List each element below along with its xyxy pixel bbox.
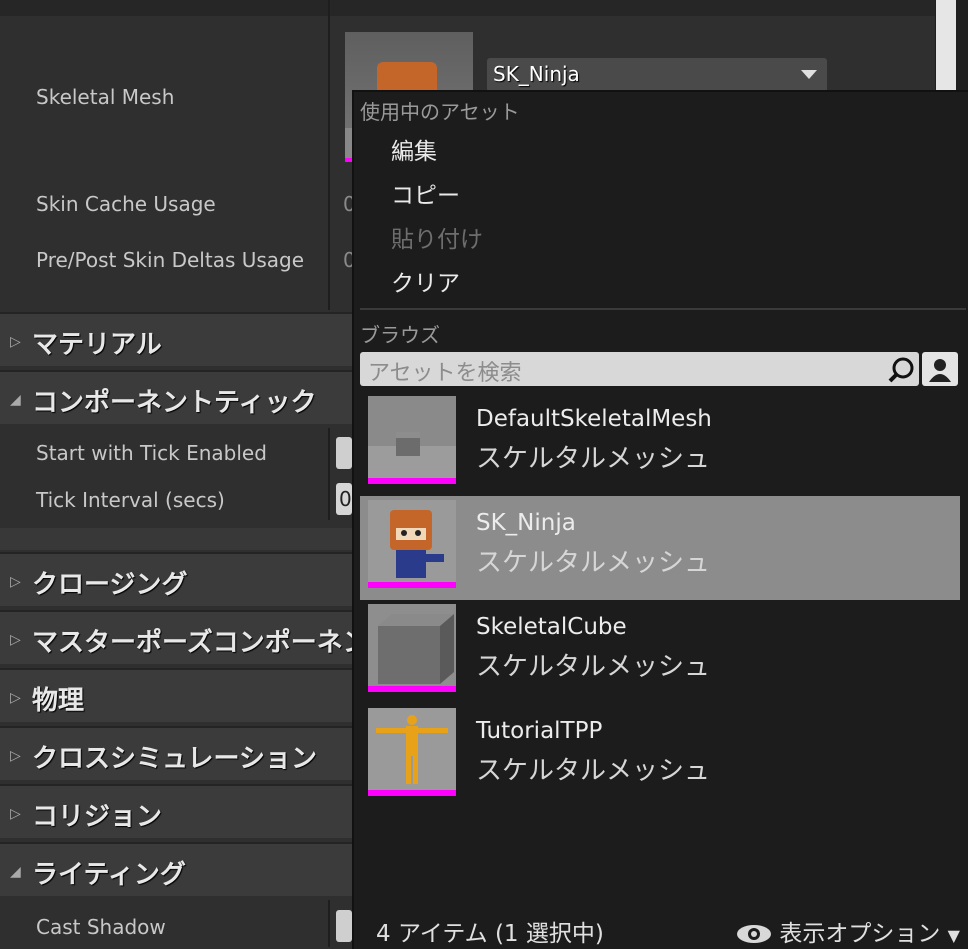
menu-item-edit[interactable]: 編集 (391, 132, 437, 166)
panel-top-strip (0, 0, 935, 16)
category-material[interactable]: ▷ マテリアル (0, 312, 352, 366)
asset-thumbnail (368, 604, 456, 692)
asset-name: TutorialTPP (476, 718, 603, 744)
expand-down-icon: ◢ (10, 864, 21, 880)
menu-item-clear[interactable]: クリア (391, 264, 460, 298)
category-collision[interactable]: ▷ コリジョン (0, 784, 352, 838)
category-title: クロージング (32, 570, 188, 600)
category-title: マテリアル (32, 330, 162, 360)
ninja-small-thumbnail-image (368, 500, 456, 582)
category-lighting[interactable]: ◢ ライティング (0, 842, 352, 896)
asset-name: DefaultSkeletalMesh (476, 406, 712, 432)
tick-interval-input[interactable]: 0 (336, 483, 352, 515)
combo-value: SK_Ninja (493, 62, 580, 86)
category-title: 物理 (32, 686, 85, 716)
asset-search-input[interactable]: アセットを検索 (360, 352, 919, 386)
category-title: ライティング (32, 860, 186, 890)
start-with-tick-label: Start with Tick Enabled (36, 441, 267, 465)
current-asset-header: 使用中のアセット (360, 100, 520, 124)
user-icon (929, 359, 951, 382)
asset-name: SK_Ninja (476, 510, 576, 536)
expand-right-icon: ▷ (10, 574, 21, 590)
skeletal-mesh-combo[interactable]: SK_Ninja (487, 58, 827, 92)
asset-thumbnail (368, 500, 456, 588)
search-placeholder: アセットを検索 (368, 361, 522, 386)
column-divider (328, 900, 330, 947)
category-title: コリジョン (32, 802, 163, 832)
view-options-label: 表示オプション (779, 921, 941, 947)
asset-thumbnail (368, 396, 456, 484)
view-options-button[interactable]: 表示オプション ▼ (736, 914, 960, 948)
asset-picker-menu: 使用中のアセット 編集 コピー 貼り付け クリア ブラウズ アセットを検索 De… (352, 90, 968, 949)
menu-divider (360, 308, 966, 310)
expand-down-icon: ◢ (10, 392, 21, 408)
asset-type: スケルタルメッシュ (476, 444, 711, 474)
column-divider (328, 428, 330, 520)
asset-name: SkeletalCube (476, 614, 627, 640)
search-icon[interactable] (887, 356, 915, 384)
browse-header: ブラウズ (360, 323, 440, 347)
category-title: クロスシミュレーション (32, 744, 317, 774)
category-component-tick[interactable]: ◢ コンポーネントティック (0, 370, 352, 424)
category-physics[interactable]: ▷ 物理 (0, 668, 352, 722)
start-with-tick-checkbox[interactable] (336, 437, 352, 469)
expand-right-icon: ▷ (10, 632, 21, 648)
cube-large-thumbnail-image (368, 604, 456, 686)
category-clothing[interactable]: ▷ クロージング (0, 552, 352, 606)
category-master-pose[interactable]: ▷ マスターポーズコンポーネント (0, 610, 352, 664)
cube-small-thumbnail-image (368, 396, 456, 478)
category-title: マスターポーズコンポーネント (32, 628, 352, 658)
menu-item-paste[interactable]: 貼り付け (391, 220, 483, 254)
category-title: コンポーネントティック (32, 388, 317, 418)
skin-cache-usage-label: Skin Cache Usage (36, 192, 216, 216)
expand-right-icon: ▷ (10, 690, 21, 706)
item-count: 4 アイテム (1 選択中) (376, 921, 604, 947)
asset-row-sk-ninja[interactable]: SK_Ninja スケルタルメッシュ (360, 496, 960, 600)
chevron-down-icon (801, 70, 817, 79)
asset-row-default-skeletal-mesh[interactable]: DefaultSkeletalMesh スケルタルメッシュ (360, 392, 960, 496)
mannequin-thumbnail-image (368, 708, 456, 790)
asset-row-skeletal-cube[interactable]: SkeletalCube スケルタルメッシュ (360, 600, 960, 704)
column-divider (328, 0, 330, 310)
tick-interval-label: Tick Interval (secs) (36, 488, 225, 512)
asset-type: スケルタルメッシュ (476, 652, 711, 682)
menu-item-copy[interactable]: コピー (391, 176, 460, 210)
asset-type: スケルタルメッシュ (476, 548, 711, 578)
category-cloth-simulation[interactable]: ▷ クロスシミュレーション (0, 726, 352, 780)
skeletal-mesh-label: Skeletal Mesh (36, 85, 175, 109)
user-filter-button[interactable] (922, 352, 958, 386)
eye-icon (737, 925, 771, 943)
asset-thumbnail (368, 708, 456, 796)
asset-type: スケルタルメッシュ (476, 756, 711, 786)
expand-right-icon: ▷ (10, 748, 21, 764)
expand-right-icon: ▷ (10, 334, 21, 350)
expand-right-icon: ▷ (10, 806, 21, 822)
chevron-down-icon: ▼ (947, 926, 960, 945)
cast-shadow-checkbox[interactable] (336, 910, 352, 942)
cast-shadow-label: Cast Shadow (36, 915, 166, 939)
pre-post-skin-label: Pre/Post Skin Deltas Usage (36, 248, 305, 272)
asset-row-tutorial-tpp[interactable]: TutorialTPP スケルタルメッシュ (360, 704, 960, 808)
section-spacer (0, 528, 352, 550)
